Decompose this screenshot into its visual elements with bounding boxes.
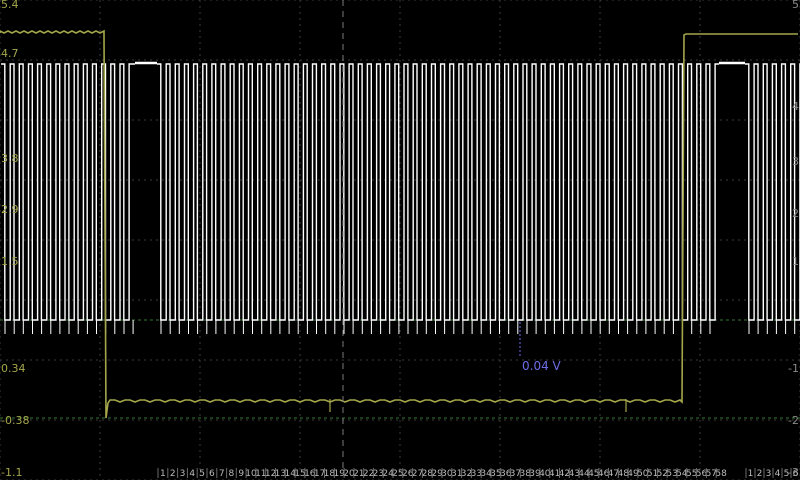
right-axis-label: 3 bbox=[792, 155, 799, 168]
right-axis-label: 1 bbox=[792, 255, 799, 268]
decode-label: 2 bbox=[170, 469, 176, 479]
decode-label: 5 bbox=[784, 469, 790, 479]
measurement-cursor[interactable]: 0.04 V bbox=[342, 0, 562, 470]
left-axis-label: 5.4 bbox=[1, 0, 19, 11]
right-axis-label: -2 bbox=[788, 414, 799, 427]
decode-label: 4 bbox=[189, 469, 195, 479]
left-axis-label: 2.9 bbox=[1, 203, 19, 216]
decode-label: 3 bbox=[766, 469, 772, 479]
right-axis-label: 4 bbox=[792, 100, 799, 113]
decode-label: 7 bbox=[219, 469, 225, 479]
decode-label: 6 bbox=[209, 469, 215, 479]
left-axis-label: -1.1 bbox=[1, 466, 22, 479]
decode-label: 58 bbox=[715, 469, 727, 479]
cursor-voltage-label: 0.04 V bbox=[522, 359, 562, 373]
right-axis-label: 5 bbox=[792, 0, 799, 11]
left-axis-label: 4.7 bbox=[1, 47, 19, 60]
left-axis-label: -0.38 bbox=[1, 414, 29, 427]
decode-label: 9 bbox=[238, 469, 244, 479]
left-axis-label: 1.5 bbox=[1, 255, 19, 268]
decode-label: 2 bbox=[757, 469, 763, 479]
decode-label: 1 bbox=[160, 469, 166, 479]
decode-label: 6 bbox=[793, 469, 799, 479]
left-axis-label: 0.34 bbox=[1, 362, 26, 375]
decode-label: 3 bbox=[180, 469, 186, 479]
left-axis-label: 3.8 bbox=[1, 152, 19, 165]
decode-label: 8 bbox=[229, 469, 235, 479]
right-axis-label: -1 bbox=[788, 362, 799, 375]
decode-label: 4 bbox=[775, 469, 781, 479]
waveform-display[interactable]: 0.04 V 5.44.73.82.91.50.34-0.38-1.1 5432… bbox=[0, 0, 800, 480]
decode-label: 5 bbox=[199, 469, 205, 479]
decode-label: 1 bbox=[748, 469, 754, 479]
oscilloscope-view: 0.04 V 5.4 4.7 3.8 2.9 1.5 0.34 -0.38 -1.1 5432… bbox=[0, 0, 800, 480]
right-axis-label: 2 bbox=[792, 207, 799, 220]
decode-label-strip: 1 2 3 4 5 6 7 8 9 1011121314151617181920212223242… bbox=[157, 468, 799, 479]
